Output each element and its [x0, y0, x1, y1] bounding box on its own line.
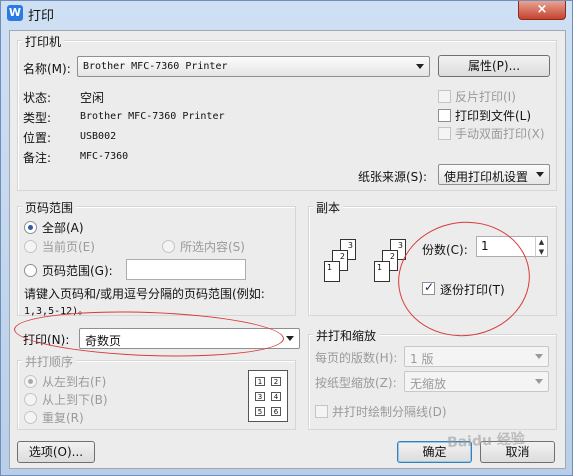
stack-page: 1: [374, 261, 390, 282]
left-to-right-radio[interactable]: [24, 375, 37, 388]
scale-label: 按纸型缩放(Z):: [315, 376, 397, 390]
chevron-down-icon: [536, 172, 544, 177]
layout-cell: 4: [271, 392, 281, 401]
zoom-group-label: 并打和缩放: [313, 327, 380, 344]
layout-cell: 3: [255, 392, 265, 401]
current-page-radio[interactable]: [24, 240, 37, 253]
copies-value: 1: [481, 239, 489, 253]
copies-label: 份数(C):: [422, 243, 468, 257]
printer-name-select[interactable]: Brother MFC-7360 Printer: [77, 56, 430, 77]
location-value: USB002: [80, 131, 117, 142]
top-to-bottom-label: 从上到下(B): [42, 393, 108, 407]
layout-cell: 2: [271, 377, 281, 386]
collate-order-group-label: 并打顺序: [22, 353, 77, 370]
print-dialog-window: W 打印 × 打印机 名称(M): Brother MFC-7360 Print…: [0, 0, 573, 476]
page-range-group-label: 页码范围: [22, 199, 77, 216]
manual-duplex-label: 手动双面打印(X): [455, 127, 545, 141]
print-what-select[interactable]: 奇数页: [79, 328, 300, 349]
layout-cell: 1: [255, 377, 265, 386]
properties-button[interactable]: 属性(P)...: [438, 55, 550, 77]
page-range-radio[interactable]: [24, 264, 37, 277]
location-label: 位置:: [23, 131, 52, 145]
options-button[interactable]: 选项(O)...: [17, 441, 95, 463]
wps-logo-icon: W: [7, 5, 23, 21]
draw-borders-checkbox[interactable]: [315, 405, 328, 418]
repeat-label: 重复(R): [42, 411, 84, 425]
copies-spinner[interactable]: ▲ ▼: [535, 237, 547, 258]
collate-label: 逐份打印(T): [440, 283, 505, 297]
dialog-client-area: 打印机 名称(M): Brother MFC-7360 Printer 属性(P…: [9, 30, 566, 469]
draw-borders-label: 并打时绘制分隔线(D): [332, 405, 447, 419]
reverse-print-checkbox[interactable]: [438, 90, 451, 103]
top-to-bottom-radio[interactable]: [24, 393, 37, 406]
chevron-down-icon: [416, 64, 424, 69]
manual-duplex-checkbox[interactable]: [438, 127, 451, 140]
comment-label: 备注:: [23, 151, 52, 165]
printer-name-label: 名称(M):: [23, 62, 71, 76]
paper-source-select[interactable]: 使用打印机设置: [438, 164, 550, 185]
paper-source-value: 使用打印机设置: [444, 170, 529, 184]
all-pages-radio[interactable]: [24, 221, 37, 234]
repeat-radio[interactable]: [24, 411, 37, 424]
print-what-value: 奇数页: [85, 334, 122, 348]
print-to-file-label: 打印到文件(L): [455, 109, 532, 123]
status-label: 状态:: [23, 91, 52, 105]
scale-value: 无缩放: [410, 377, 447, 391]
pages-per-sheet-select[interactable]: 1 版: [404, 346, 549, 367]
layout-cell: 5: [255, 407, 265, 416]
chevron-down-icon: [286, 336, 294, 341]
watermark-text: Baidu 经验: [446, 430, 526, 452]
type-label: 类型:: [23, 111, 52, 125]
pages-per-sheet-value: 1 版: [410, 352, 434, 366]
title-bar[interactable]: W 打印 ×: [1, 1, 572, 25]
stack-page: 1: [324, 261, 340, 282]
copies-input[interactable]: 1 ▲ ▼: [476, 236, 548, 258]
print-to-file-checkbox[interactable]: [438, 109, 451, 122]
scale-select[interactable]: 无缩放: [404, 371, 549, 392]
collate-layout-icon: 1 2 3 4 5 6: [248, 370, 288, 422]
collate-checkbox[interactable]: [422, 280, 435, 295]
selection-radio[interactable]: [162, 240, 175, 253]
copies-group-label: 副本: [313, 199, 344, 216]
printer-name-value: Brother MFC-7360 Printer: [83, 61, 228, 72]
type-value: Brother MFC-7360 Printer: [80, 111, 225, 122]
print-what-label: 打印(N):: [23, 333, 70, 347]
left-to-right-label: 从左到右(F): [42, 375, 107, 389]
printer-group-label: 打印机: [22, 33, 65, 50]
reverse-print-label: 反片打印(I): [455, 90, 516, 104]
current-page-label: 当前页(E): [42, 240, 95, 254]
chevron-down-icon: [535, 354, 543, 359]
comment-value: MFC-7360: [80, 151, 129, 162]
spin-up-icon[interactable]: ▲: [536, 237, 547, 247]
selection-label: 所选内容(S): [180, 240, 245, 254]
page-range-input[interactable]: [126, 259, 246, 280]
page-range-label: 页码范围(G):: [42, 264, 113, 278]
paper-source-label: 纸张来源(S):: [358, 170, 428, 184]
close-button[interactable]: ×: [518, 1, 566, 20]
page-range-hint-example: 1,3,5-12)。: [24, 306, 89, 317]
all-pages-label: 全部(A): [42, 221, 84, 235]
layout-cell: 6: [271, 407, 281, 416]
chevron-down-icon: [535, 379, 543, 384]
window-title: 打印: [28, 9, 55, 24]
status-value: 空闲: [80, 91, 105, 105]
spin-down-icon[interactable]: ▼: [536, 247, 547, 257]
page-range-hint: 请键入页码和/或用逗号分隔的页码范围(例如:: [24, 287, 265, 301]
pages-per-sheet-label: 每页的版数(H):: [315, 351, 398, 365]
